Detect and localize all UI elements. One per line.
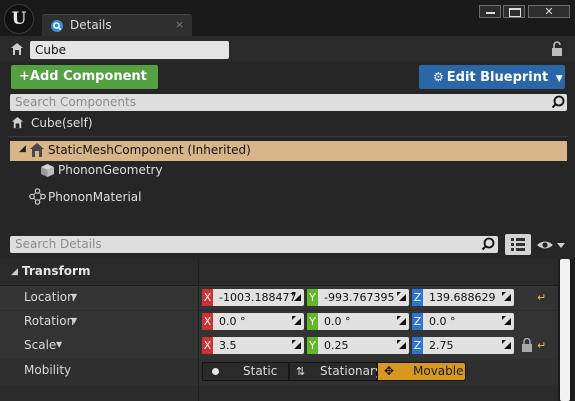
drag-arrow-icon <box>292 340 301 349</box>
value-text: 3.5 <box>219 339 237 352</box>
view-options-button[interactable] <box>536 238 566 255</box>
collapse-arrow-icon[interactable]: ◢ <box>11 267 18 277</box>
expand-arrow-icon[interactable]: ◢ <box>19 144 26 154</box>
search-icon[interactable] <box>551 95 565 109</box>
scene-component-icon <box>29 188 46 205</box>
search-details-input[interactable]: Search Details <box>10 236 498 253</box>
rotation-y-field[interactable]: 0.0 ° <box>318 313 409 330</box>
tab-close-icon[interactable]: × <box>175 18 184 31</box>
eye-icon <box>537 241 565 249</box>
location-y-field[interactable]: -993.767395 <box>318 289 409 306</box>
actor-name-input[interactable]: Cube <box>30 41 229 59</box>
maximize-button[interactable] <box>503 5 525 18</box>
chevron-down-icon[interactable]: ▼ <box>56 340 62 349</box>
cube-icon <box>41 164 54 177</box>
component-item-phononmaterial[interactable]: PhononMaterial <box>48 190 142 204</box>
drag-arrow-icon <box>502 316 511 325</box>
scrollbar-thumb[interactable] <box>560 259 570 401</box>
component-label: StaticMeshComponent (Inherited) <box>48 143 251 157</box>
axis-x-label: X <box>202 337 213 354</box>
plus-icon: + <box>19 69 30 84</box>
add-component-label: Add Component <box>29 69 147 84</box>
drag-arrow-icon <box>397 316 406 325</box>
property-label[interactable]: Location <box>24 290 75 304</box>
property-label[interactable]: Rotation <box>24 314 74 328</box>
magnifier-icon <box>51 20 63 32</box>
mobility-option-label: Static <box>243 364 278 378</box>
axis-x-label: X <box>202 289 213 306</box>
lock-scale-icon[interactable] <box>521 338 533 353</box>
axis-y-label: Y <box>307 337 318 354</box>
axis-y-label: Y <box>307 313 318 330</box>
value-text: 139.688629 <box>429 291 496 304</box>
property-label: Mobility <box>24 363 72 377</box>
value-text: 0.0 ° <box>219 315 246 328</box>
actor-icon <box>11 43 23 55</box>
location-z-field[interactable]: 139.688629 <box>423 289 514 306</box>
drag-arrow-icon <box>502 292 511 301</box>
chevron-down-icon: ▼ <box>555 74 563 84</box>
drag-arrow-icon <box>292 316 301 325</box>
movable-icon: ✥ <box>384 364 395 378</box>
stationary-icon: ⇅ <box>296 365 306 378</box>
mobility-stationary-button[interactable]: ⇅ Stationary <box>289 362 382 381</box>
maximize-icon <box>509 8 521 17</box>
drag-arrow-icon <box>397 292 406 301</box>
scale-x-field[interactable]: 3.5 <box>213 337 304 354</box>
drag-arrow-icon <box>502 340 511 349</box>
actor-icon <box>11 116 24 129</box>
rotation-z-field[interactable]: 0.0 ° <box>423 313 514 330</box>
rotation-x-field[interactable]: 0.0 ° <box>213 313 304 330</box>
reset-to-default-icon[interactable]: ↵ <box>537 291 546 304</box>
mobility-static-button[interactable]: Static <box>202 362 289 381</box>
lock-icon[interactable] <box>550 41 564 57</box>
tab-details[interactable]: Details × <box>42 14 192 37</box>
location-x-field[interactable]: -1003.188477 <box>213 289 304 306</box>
column-splitter[interactable] <box>198 259 199 401</box>
grid-icon <box>511 238 525 251</box>
value-text: 2.75 <box>429 339 454 352</box>
divider <box>8 136 568 137</box>
value-text: 0.25 <box>324 339 349 352</box>
search-components-input[interactable]: Search Components <box>10 94 567 111</box>
value-text: -993.767395 <box>324 291 395 304</box>
static-icon <box>212 368 219 375</box>
actor-icon <box>30 143 44 157</box>
close-button[interactable]: ✕ <box>528 5 570 18</box>
unreal-logo-icon[interactable]: U <box>4 4 34 34</box>
mobility-movable-button[interactable]: ✥ Movable <box>377 362 466 381</box>
minimize-icon <box>486 12 495 14</box>
chevron-down-icon[interactable]: ▼ <box>71 316 77 325</box>
mobility-option-label: Stationary <box>320 364 383 378</box>
axis-x-label: X <box>202 313 213 330</box>
scale-y-field[interactable]: 0.25 <box>318 337 409 354</box>
axis-z-label: Z <box>412 289 423 306</box>
component-self[interactable]: Cube(self) <box>31 116 93 130</box>
property-label[interactable]: Scale <box>24 338 56 352</box>
minimize-button[interactable] <box>479 5 501 18</box>
axis-y-label: Y <box>307 289 318 306</box>
value-text: 0.0 ° <box>324 315 351 328</box>
tab-label: Details <box>70 18 112 32</box>
property-matrix-button[interactable] <box>505 234 531 255</box>
gears-icon: ⚙ <box>433 70 444 84</box>
close-icon: ✕ <box>544 5 554 18</box>
scale-z-field[interactable]: 2.75 <box>423 337 514 354</box>
value-text: 0.0 ° <box>429 315 456 328</box>
edit-blueprint-button[interactable]: ⚙ Edit Blueprint ▼ <box>419 65 565 89</box>
chevron-down-icon[interactable]: ▼ <box>71 292 77 301</box>
search-icon[interactable] <box>481 237 495 251</box>
value-text: -1003.188477 <box>219 291 297 304</box>
add-component-button[interactable]: +Add Component ▼ <box>11 65 158 107</box>
edit-blueprint-label: Edit Blueprint <box>446 70 549 85</box>
mobility-option-label: Movable <box>413 364 464 378</box>
drag-arrow-icon <box>397 340 406 349</box>
component-item-phonongeometry[interactable]: PhononGeometry <box>58 163 163 177</box>
axis-z-label: Z <box>412 313 423 330</box>
category-title: Transform <box>22 264 91 278</box>
reset-to-default-icon[interactable]: ↵ <box>537 339 546 352</box>
axis-z-label: Z <box>412 337 423 354</box>
drag-arrow-icon <box>292 292 301 301</box>
